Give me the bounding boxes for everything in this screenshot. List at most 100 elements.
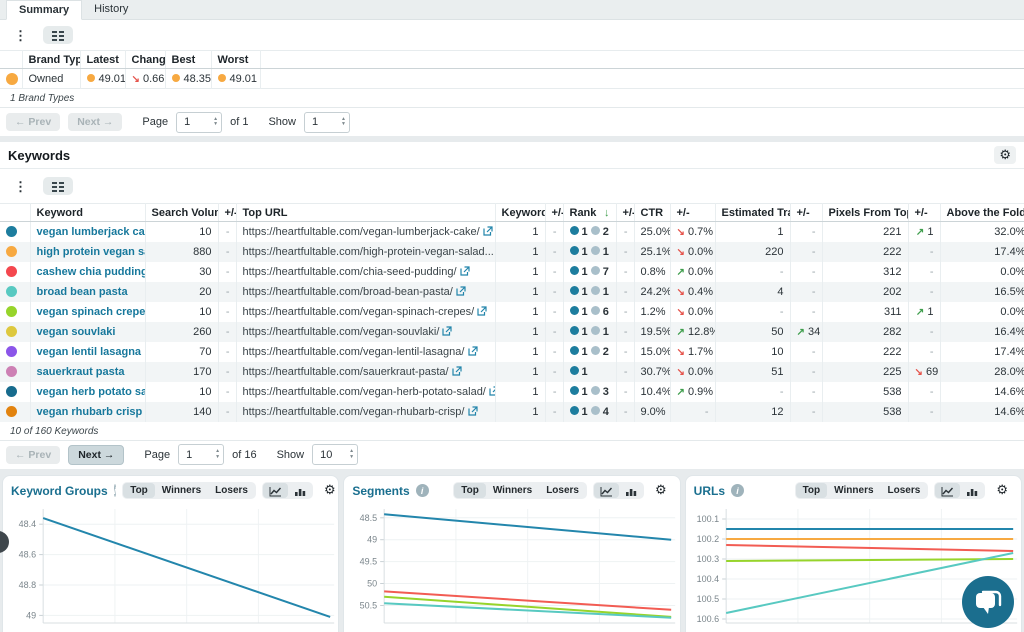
keywords-count-cell: 1 [495,302,545,322]
show-input[interactable]: 10▲▼ [312,444,358,465]
tab-history[interactable]: History [82,0,140,19]
keyword-color-dot [6,326,17,337]
keyword-link[interactable]: vegan souvlaki [37,326,116,338]
columns-icon[interactable] [43,26,73,44]
prev-button[interactable]: ← Prev [6,113,60,131]
info-icon[interactable]: i [731,484,744,497]
trend-up-icon: ↗ [677,267,685,278]
top-url-link[interactable]: https://heartfultable.com/high-protein-v… [243,246,494,258]
rank-header[interactable]: Rank↓ [563,204,616,222]
keyword-link[interactable]: vegan spinach crepes [37,306,146,318]
top-url-link[interactable]: https://heartfultable.com/vegan-rhubarb-… [243,406,465,418]
keyword-cell: vegan souvlaki [30,322,145,342]
top-filter-button[interactable]: Top [454,483,486,498]
sort-desc-icon[interactable]: ↓ [604,207,610,219]
show-input[interactable]: 1▲▼ [304,112,350,133]
kebab-menu-icon[interactable]: ⋮ [10,27,31,44]
page-input[interactable]: 1▲▼ [176,112,222,133]
est-traffic-cell: 51 [715,362,790,382]
gear-icon[interactable]: ⚙ [650,481,672,500]
bar-chart-toggle-icon[interactable] [619,483,643,498]
top-filter-button[interactable]: Top [796,483,828,498]
keyword-link[interactable]: vegan rhubarb crisp [37,406,143,418]
above-fold-cell: 16.4% [940,322,1024,342]
gear-icon[interactable]: ⚙ [994,146,1016,165]
keyword-link[interactable]: broad bean pasta [37,286,128,298]
next-button[interactable]: Next → [68,445,124,465]
stepper-icon[interactable]: ▲▼ [215,449,220,460]
top-url-link[interactable]: https://heartfultable.com/vegan-souvlaki… [243,326,440,338]
page-input[interactable]: 1▲▼ [178,444,224,465]
gear-icon[interactable]: ⚙ [991,481,1013,500]
stepper-icon[interactable]: ▲▼ [213,117,218,128]
losers-filter-button[interactable]: Losers [539,483,586,498]
segments-card: Segments i Top Winners Losers ⚙ 48.54949… [343,475,680,632]
winners-filter-button[interactable]: Winners [827,483,880,498]
external-link-icon [456,286,466,296]
keywords-count-cell: 1 [495,382,545,402]
gear-icon[interactable]: ⚙ [319,481,339,500]
keyword-color-cell [0,342,30,362]
winners-filter-button[interactable]: Winners [486,483,539,498]
top-url-link[interactable]: https://heartfultable.com/vegan-lumberja… [243,226,480,238]
rank-dot-icon [570,386,579,395]
latest-dot-icon [87,74,95,82]
rank-cell: 1 6 [563,302,616,322]
summary-panel: ⋮ Brand Type Latest Change Best Worst Ow… [0,20,1024,136]
svg-text:48.6: 48.6 [19,549,37,559]
info-icon[interactable]: i [114,484,117,497]
keywords-count-cell: 1 [495,362,545,382]
table-row: cashew chia pudding30-https://heartfulta… [0,262,1024,282]
kw-change-header: +/- [545,204,563,222]
keyword-link[interactable]: sauerkraut pasta [37,366,125,378]
svg-text:49: 49 [26,610,36,620]
bar-chart-toggle-icon[interactable] [960,483,984,498]
top-url-link[interactable]: https://heartfultable.com/vegan-lentil-l… [243,346,465,358]
above-fold-cell: 17.4% [940,242,1024,262]
line-chart-toggle-icon[interactable] [263,483,288,498]
keyword-link[interactable]: high protein vegan salad [37,246,146,258]
keyword-link[interactable]: cashew chia pudding [37,266,146,278]
bar-chart-toggle-icon[interactable] [288,483,312,498]
top-filter-button[interactable]: Top [123,483,155,498]
keyword-color-cell [0,282,30,302]
stepper-icon[interactable]: ▲▼ [349,449,354,460]
kebab-menu-icon[interactable]: ⋮ [10,178,31,195]
keyword-color-dot [6,406,17,417]
prev-button[interactable]: ← Prev [6,446,60,464]
winners-filter-button[interactable]: Winners [155,483,208,498]
keyword-color-dot [6,386,17,397]
losers-filter-button[interactable]: Losers [208,483,255,498]
next-button[interactable]: Next → [68,113,122,131]
line-chart-toggle-icon[interactable] [594,483,619,498]
columns-icon[interactable] [43,177,73,195]
top-url-link[interactable]: https://heartfultable.com/vegan-spinach-… [243,306,475,318]
tab-summary[interactable]: Summary [6,0,82,20]
brand-best-cell: 48.35 [165,69,211,89]
line-chart-toggle-icon[interactable] [935,483,960,498]
best-header: Best [165,51,211,69]
sv-change-cell: - [218,342,236,362]
page-of-label: of 1 [230,116,248,128]
top-url-link[interactable]: https://heartfultable.com/vegan-herb-pot… [243,386,486,398]
latest-header: Latest [80,51,125,69]
table-row: vegan spinach crepes10-https://heartfult… [0,302,1024,322]
keyword-link[interactable]: vegan lumberjack cake [37,226,146,238]
keyword-link[interactable]: vegan lentil lasagna [37,346,142,358]
top-url-link[interactable]: https://heartfultable.com/chia-seed-pudd… [243,266,457,278]
info-icon[interactable]: i [416,484,429,497]
summary-toolbar: ⋮ [0,20,1024,50]
losers-filter-button[interactable]: Losers [881,483,928,498]
top-url-link[interactable]: https://heartfultable.com/broad-bean-pas… [243,286,453,298]
brand-swatch-cell [0,69,22,89]
chat-widget-button[interactable] [962,576,1014,628]
ctr-cell: 24.2% [634,282,670,302]
rank-secondary-dot-icon [591,246,600,255]
trend-down-icon: ↘ [677,307,685,318]
keyword-link[interactable]: vegan herb potato salad [37,386,146,398]
ctr-change-cell: ↘ 0.0% [670,302,715,322]
top-url-link[interactable]: https://heartfultable.com/sauerkraut-pas… [243,366,449,378]
stepper-icon[interactable]: ▲▼ [341,117,346,128]
traffic-change-cell: - [790,342,822,362]
rank-change-cell: - [616,322,634,342]
